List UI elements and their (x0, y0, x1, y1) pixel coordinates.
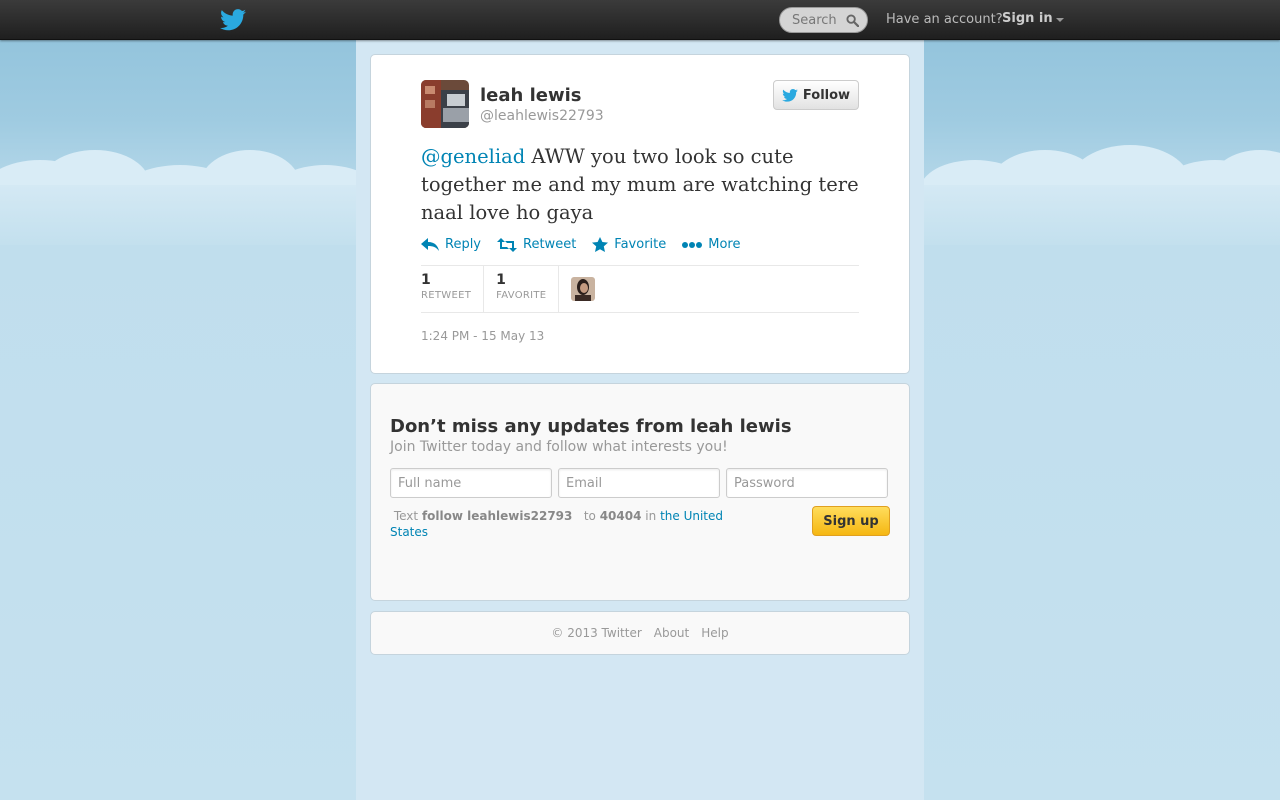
copyright-text: © 2013 Twitter (551, 626, 642, 640)
favorite-label: Favorite (614, 237, 667, 252)
email-field[interactable] (558, 468, 720, 498)
favorite-count[interactable]: 1 FAVORITE (496, 266, 560, 312)
tweet-timestamp[interactable]: 1:24 PM - 15 May 13 (421, 329, 544, 343)
search-box[interactable] (779, 7, 868, 33)
user-name[interactable]: leah lewis (480, 85, 582, 106)
tweet-card: leah lewis @leahlewis22793 Follow @genel… (370, 54, 910, 374)
top-bar: Have an account? Sign in (0, 0, 1280, 40)
star-icon (592, 237, 609, 252)
favorite-count-value: 1 (496, 272, 506, 288)
sign-in-dropdown[interactable]: Sign in (1002, 11, 1064, 26)
have-account-text: Have an account? (886, 12, 1003, 27)
sms-command: follow leahlewis22793 (421, 509, 573, 523)
retweet-icon (497, 237, 518, 252)
password-field[interactable] (726, 468, 888, 498)
sign-up-button[interactable]: Sign up (812, 506, 890, 536)
footer-link-about[interactable]: About (654, 626, 689, 640)
tweet-text: @geneliad AWW you two look so cute toget… (421, 143, 861, 227)
reply-button[interactable]: Reply (421, 237, 481, 252)
more-dots-icon (682, 241, 703, 248)
follow-label: Follow (802, 87, 851, 103)
follow-button[interactable]: Follow (773, 80, 859, 110)
footer: © 2013 Twitter About Help (370, 611, 910, 655)
search-icon[interactable] (846, 14, 859, 27)
favorite-count-label: FAVORITE (496, 290, 547, 301)
retweet-label: Retweet (523, 237, 577, 252)
favoriter-avatar[interactable] (571, 277, 596, 301)
retweet-count-value: 1 (421, 272, 431, 288)
sign-in-label: Sign in (1002, 11, 1053, 26)
twitter-bird-icon (782, 88, 798, 102)
retweet-count-label: RETWEET (421, 290, 472, 301)
caret-down-icon (1055, 17, 1064, 22)
reply-label: Reply (445, 237, 482, 252)
sms-in-label: in (645, 509, 657, 523)
tweet-actions: Reply Retweet Favorite More (421, 237, 740, 252)
sms-to-label: to (583, 509, 596, 523)
signup-title: Don’t miss any updates from leah lewis (390, 416, 792, 437)
retweet-count[interactable]: 1 RETWEET (421, 266, 485, 312)
retweet-button[interactable]: Retweet (497, 237, 576, 252)
user-handle[interactable]: @leahlewis22793 (480, 108, 604, 124)
search-input[interactable] (792, 12, 852, 28)
signup-subtitle: Join Twitter today and follow what inter… (390, 439, 728, 455)
sms-text-label: Text (393, 509, 419, 523)
mention-link[interactable]: @geneliad (421, 145, 525, 168)
favorite-button[interactable]: Favorite (592, 237, 666, 252)
sms-number: 40404 (599, 509, 642, 523)
more-button[interactable]: More (682, 237, 740, 252)
footer-link-help[interactable]: Help (701, 626, 728, 640)
sms-follow-text: Text follow leahlewis22793 to 40404 in t… (390, 508, 730, 540)
tweet-stats: 1 RETWEET 1 FAVORITE (421, 265, 859, 313)
more-label: More (708, 237, 741, 252)
signup-card: Don’t miss any updates from leah lewis J… (370, 383, 910, 601)
reply-icon (421, 237, 439, 251)
twitter-bird-logo-icon[interactable] (220, 8, 246, 32)
full-name-field[interactable] (390, 468, 552, 498)
avatar[interactable] (421, 80, 469, 128)
